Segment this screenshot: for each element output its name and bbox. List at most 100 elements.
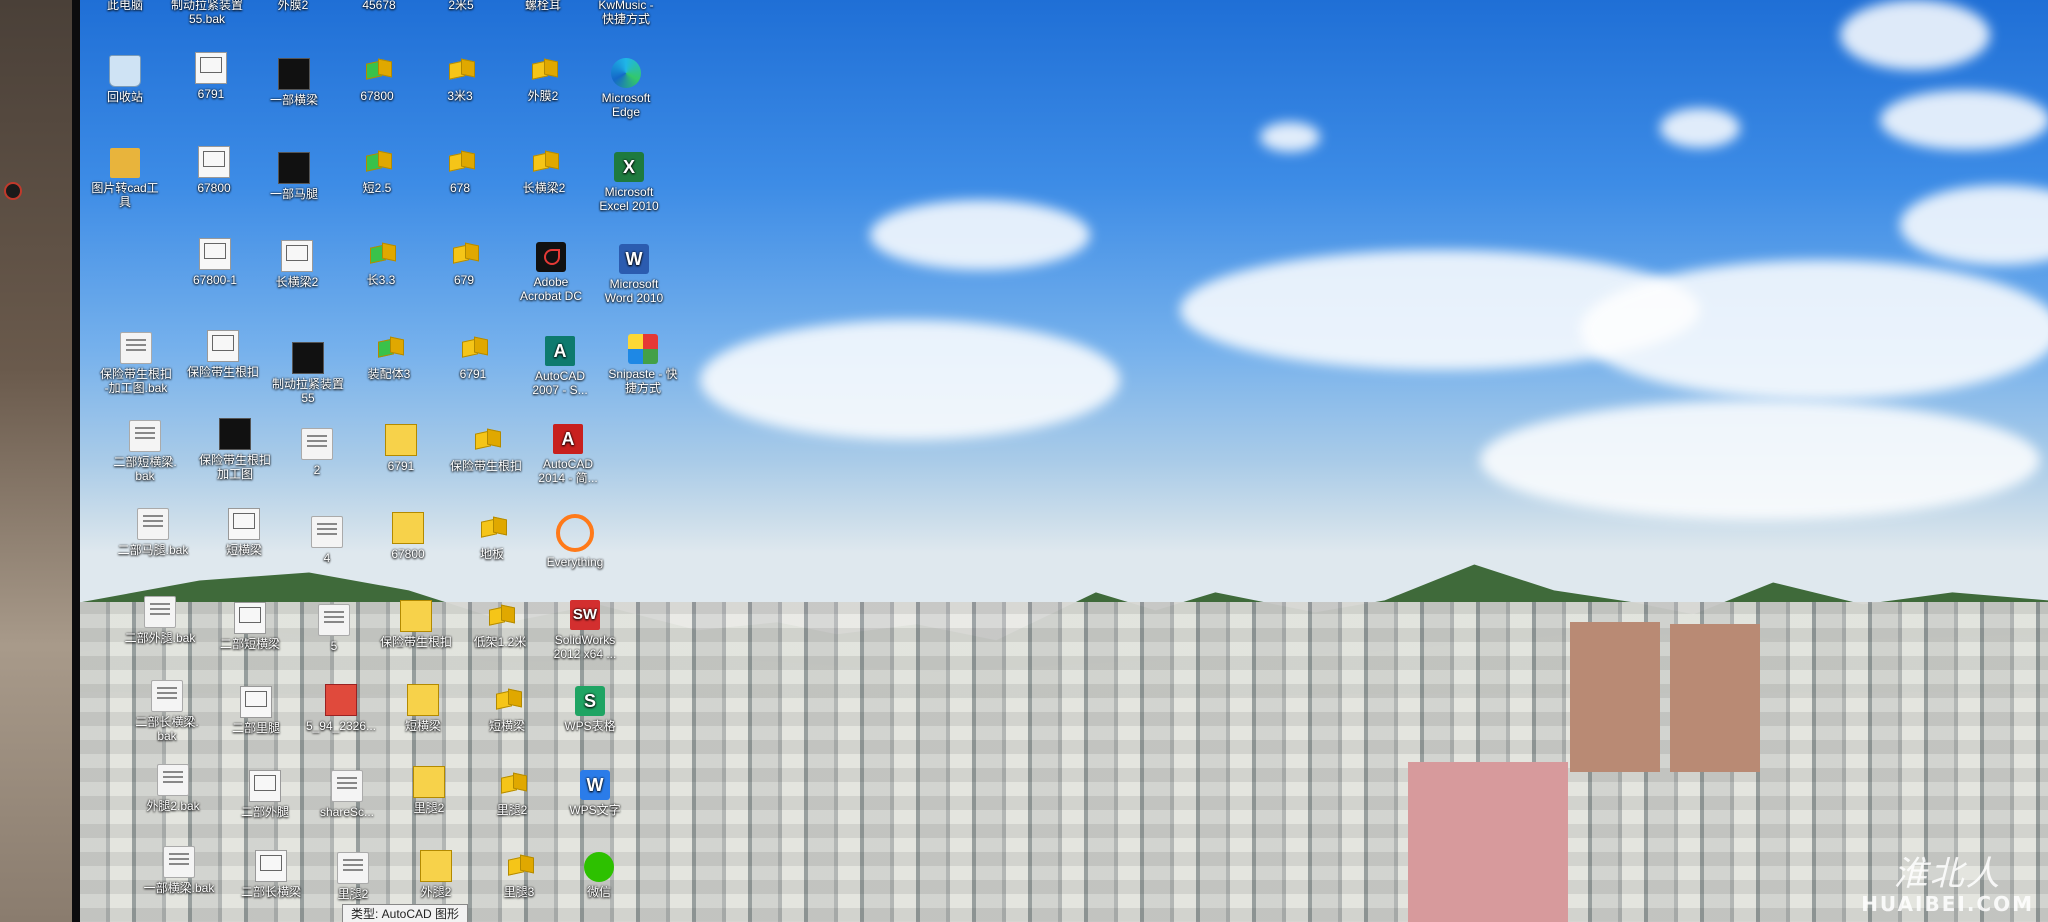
assembly-icon [407,684,439,716]
desktop-icon-r4c5[interactable]: 6791 [430,334,516,381]
desktop-icon-label: 地板 [479,547,504,561]
desktop-icon-r10c3[interactable]: 里腿2 [310,852,396,901]
part-cube-icon [362,56,392,86]
desktop-icon-r2c6[interactable]: 长横梁2 [501,148,587,195]
desktop-icon-r9c1[interactable]: 外腿2.bak [130,764,216,813]
desktop-icon-r6c5[interactable]: 地板 [449,514,535,561]
desktop-icon-label: 图片转cad工 具 [91,181,159,209]
desktop-icon-label: 67800-1 [192,273,238,287]
desktop-icon-r1c6[interactable]: 外膜2 [500,56,586,103]
desktop-icon-top-0[interactable]: 此电脑 [82,0,168,12]
desktop-icon-r7c3[interactable]: 5 [291,604,377,653]
desktop-icon-r4c2[interactable]: 保险带生根扣 [180,330,266,379]
desktop-icon-label: 里腿3 [503,885,535,899]
desktop-icon-r8c1[interactable]: 二部长横梁. bak [124,680,210,743]
desktop-icon-label: 6791 [197,87,225,101]
desktop-icon-word[interactable]: W Microsoft Word 2010 [591,244,677,305]
desktop-icon-everything[interactable]: Everything [532,514,618,569]
desktop-icon-r2c1[interactable]: 图片转cad工 具 [82,148,168,209]
desktop-icon-edge[interactable]: Microsoft Edge [583,58,669,119]
desktop-icon-r2c3[interactable]: 一部马腿 [251,152,337,201]
desktop-icon-autocad2007[interactable]: A AutoCAD 2007 - S... [517,336,603,397]
desktop-icon-acrobat[interactable]: Adobe Acrobat DC [508,242,594,303]
desktop-icon-label: 长横梁2 [275,275,319,289]
desktop-icon-label: 二部马腿.bak [117,543,189,557]
desktop-icon-recycle[interactable]: 回收站 [82,55,168,104]
file-icon [120,332,152,364]
part-cube-icon [374,334,404,364]
desktop-icon-r9c4[interactable]: 里腿2 [386,766,472,815]
desktop-icon-r1c3[interactable]: 一部横梁 [251,58,337,107]
assembly-icon [420,850,452,882]
desktop-icon-r4c3[interactable]: 制动拉紧装置 55 [265,342,351,405]
desktop-icon-r5c4[interactable]: 6791 [358,424,444,473]
desktop-icon-top-1[interactable]: 制动拉紧装置 55.bak [164,0,250,26]
desktop-icon-r5c5[interactable]: 保险带生根扣 [443,426,529,473]
part-cube-icon [528,56,558,86]
desktop-icon-r2c4[interactable]: 短2.5 [334,148,420,195]
desktop-icon-wechat[interactable]: 微信 [556,852,642,899]
desktop-icon-label: 5_94_2326... [305,719,377,733]
desktop-icon-r10c5[interactable]: 里腿3 [476,852,562,899]
desktop-icon-wpsword[interactable]: W WPS文字 [552,770,638,817]
desktop-icon-r8c4[interactable]: 短横梁 [380,684,466,733]
drawing-file-icon [249,770,281,802]
file-icon [318,604,350,636]
desktop-icon-r5c3[interactable]: 2 [274,428,360,477]
desktop-icon-r4c1[interactable]: 保险带生根扣 -加工图.bak [93,332,179,395]
desktop-icon-r6c2[interactable]: 短横梁 [201,508,287,557]
desktop-icon-label: 5 [330,639,338,653]
desktop-icon-r7c4[interactable]: 保险带生根扣 [373,600,459,649]
desktop-icon-r3c3[interactable]: 长横梁2 [254,240,340,289]
desktop-icon-r10c2[interactable]: 二部长横梁 [228,850,314,899]
power-indicator [4,182,22,200]
desktop-icon-r7c5[interactable]: 低架1.2米 [457,602,543,649]
desktop-icon-snipaste[interactable]: Snipaste - 快 捷方式 [600,334,686,395]
desktop-icon-r5c2[interactable]: 保险带生根扣 加工图 [192,418,278,481]
file-icon [331,770,363,802]
desktop-icon-r6c4[interactable]: 67800 [365,512,451,561]
desktop-icon-r8c2[interactable]: 二部里腿 [213,686,299,735]
excel-icon: X [614,152,644,182]
desktop-icon-excel[interactable]: X Microsoft Excel 2010 [586,152,672,213]
desktop-icon-r7c1[interactable]: 二部外腿.bak [117,596,203,645]
desktop-icon-label: 2 [313,463,321,477]
part-cube-icon [458,334,488,364]
desktop-icon-top-4[interactable]: 2米5 [418,0,504,12]
desktop-icon-r3c4[interactable]: 长3.3 [338,240,424,287]
desktop-icon-r1c5[interactable]: 3米3 [417,56,503,103]
desktop-icon-r1c2[interactable]: 6791 [168,52,254,101]
desktop-icon-r7c2[interactable]: 二部短横梁 [207,602,293,651]
desktop-icon-r2c5[interactable]: 678 [417,148,503,195]
desktop-icon-r9c2[interactable]: 二部外腿 [222,770,308,819]
desktop-icon-r9c5[interactable]: 里腿2 [469,770,555,817]
desktop-icon-r6c3[interactable]: 4 [284,516,370,565]
desktop-icon-wps[interactable]: S WPS表格 [547,686,633,733]
desktop-icon-r10c4[interactable]: 外腿2 [393,850,479,899]
desktop-icon-top-2[interactable]: 外膜2 [250,0,336,12]
desktop-icon-solidworks[interactable]: SW SolidWorks 2012 x64 ... [542,600,628,661]
desktop-icon-r4c4[interactable]: 装配体3 [346,334,432,381]
desktop-icon-top-5[interactable]: 螺栓耳 [500,0,586,12]
desktop-icon-r3c2[interactable]: 67800-1 [172,238,258,287]
desktop-icon-label: Adobe Acrobat DC [519,275,583,303]
desktop-icon-r2c2[interactable]: 67800 [171,146,257,195]
desktop-icon-r3c5[interactable]: 679 [421,240,507,287]
part-cube-icon [485,602,515,632]
desktop-icon-label: 低架1.2米 [473,635,527,649]
desktop-icon-r8c5[interactable]: 短横梁 [464,686,550,733]
desktop-icon-r6c1[interactable]: 二部马腿.bak [110,508,196,557]
desktop-icon-r10c1[interactable]: 一部横梁.bak [136,846,222,895]
part-cube-icon [492,686,522,716]
desktop-icon-top-6[interactable]: KwMusic - 快捷方式 [583,0,669,26]
desktop-icon-r1c4[interactable]: 67800 [334,56,420,103]
desktop-icon-label: 外膜2 [277,0,309,12]
desktop-icon-r5c1[interactable]: 二部短横梁. bak [102,420,188,483]
dwg-thumbnail-icon [292,342,324,374]
desktop-icon-autocad2014[interactable]: A AutoCAD 2014 - 简... [525,424,611,485]
desktop-icon-r8c3[interactable]: 5_94_2326... [298,684,384,733]
desktop-icon-label: 678 [449,181,471,195]
desktop-icon-r9c3[interactable]: shareSc... [304,770,390,819]
desktop-icon-top-3[interactable]: 45678 [336,0,422,12]
watermark: 淮北人 HUAIBEI.COM [1861,856,2034,916]
